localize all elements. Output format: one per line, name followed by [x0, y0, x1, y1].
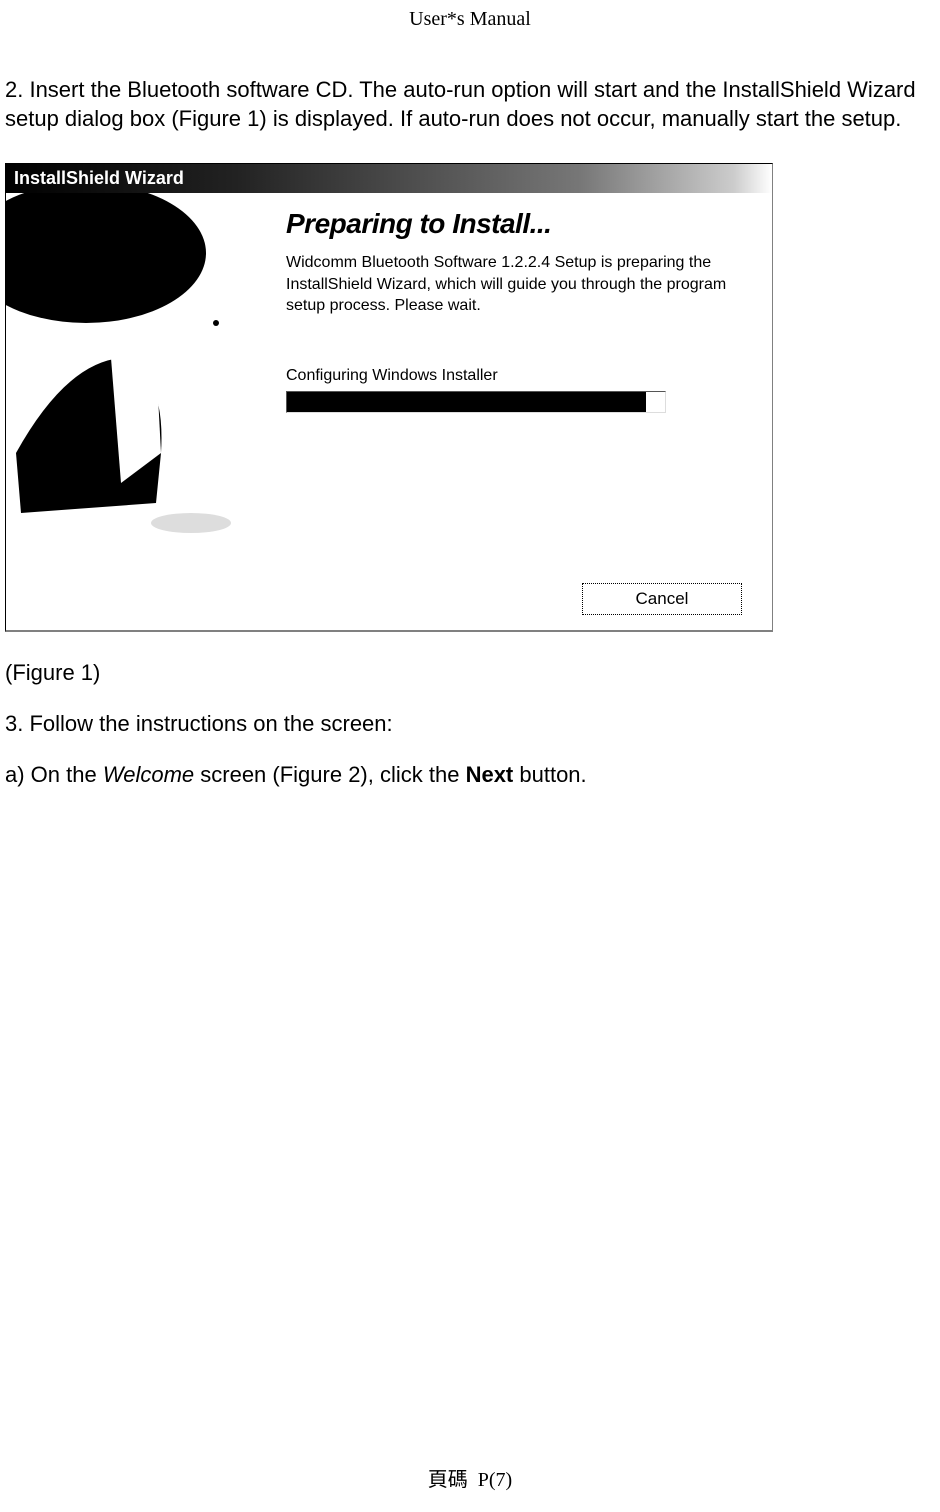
progress-fill	[287, 392, 646, 412]
dialog-side-graphic	[6, 193, 266, 573]
dialog-content: Preparing to Install... Widcomm Bluetoot…	[266, 193, 772, 573]
installshield-dialog: InstallShield Wizard Preparing to Instal…	[5, 163, 773, 632]
dialog-title-bar: InstallShield Wizard	[6, 164, 772, 193]
page-header: User*s Manual	[0, 0, 940, 31]
instruction-step3: 3. Follow the instructions on the screen…	[5, 711, 940, 737]
step3a-prefix: a) On the	[5, 762, 103, 787]
instruction-step3a: a) On the Welcome screen (Figure 2), cli…	[5, 762, 940, 788]
dialog-status-label: Configuring Windows Installer	[286, 367, 742, 385]
dialog-body-text: Widcomm Bluetooth Software 1.2.2.4 Setup…	[286, 252, 742, 317]
footer-prefix: 頁碼	[428, 1469, 468, 1491]
figure-caption: (Figure 1)	[5, 660, 940, 686]
footer-page: P(7)	[478, 1469, 512, 1491]
dialog-heading: Preparing to Install...	[286, 208, 742, 240]
step3a-suffix: button.	[513, 762, 586, 787]
cancel-button[interactable]: Cancel	[582, 583, 742, 615]
step3a-mid: screen (Figure 2), click the	[194, 762, 465, 787]
dialog-button-row: Cancel	[6, 573, 772, 630]
step3a-next-bold: Next	[466, 762, 514, 787]
instruction-step2: 2. Insert the Bluetooth software CD. The…	[5, 76, 940, 133]
progress-bar	[286, 391, 666, 413]
page-footer: 頁碼 P(7)	[0, 1463, 940, 1492]
step3a-welcome-italic: Welcome	[103, 762, 194, 787]
